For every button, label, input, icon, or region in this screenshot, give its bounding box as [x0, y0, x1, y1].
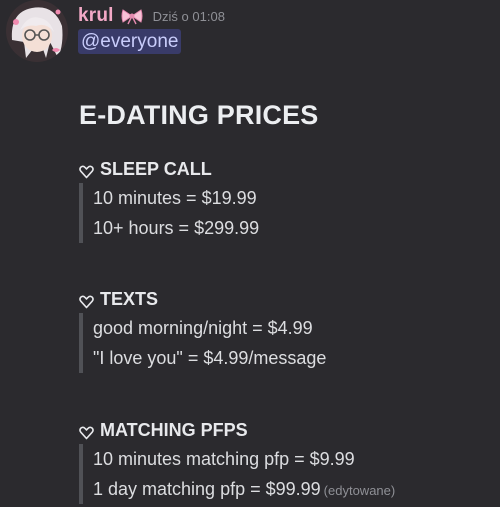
message-title: E-DATING PRICES: [79, 100, 319, 130]
section-heading-texts: TEXTS: [79, 289, 158, 310]
section-heading-matching-pfps: MATCHING PFPS: [79, 420, 248, 441]
section-heading-label: TEXTS: [100, 289, 159, 309]
username[interactable]: krul: [78, 5, 114, 27]
edited-label: (edytowane): [323, 483, 396, 498]
section-heading-label: SLEEP CALL: [100, 159, 212, 179]
timestamp: Dziś o 01:08: [152, 8, 225, 24]
price-line-text: 1 day matching pfp = $99.99: [93, 479, 321, 499]
section-heading-sleep-call: SLEEP CALL: [79, 159, 212, 180]
message-header: krul Dziś o 01:08: [78, 4, 225, 28]
quote-block-sleep-call: 10 minutes = $19.99 10+ hours = $299.99: [79, 183, 259, 243]
chat-message: krul Dziś o 01:08 @everyone E-DATING PRI…: [0, 0, 500, 507]
quote-block-texts: good morning/night = $4.99 "I love you" …: [79, 313, 326, 373]
quote-block-matching-pfps: 10 minutes matching pfp = $9.99 1 day ma…: [79, 444, 395, 504]
price-line: "I love you" = $4.99/message: [93, 348, 327, 368]
heart-icon: [79, 163, 94, 178]
heart-icon: [79, 293, 94, 308]
price-line: 10+ hours = $299.99: [93, 218, 260, 238]
bow-icon: [121, 7, 143, 25]
heart-icon: [79, 424, 94, 439]
everyone-mention[interactable]: @everyone: [78, 29, 182, 54]
avatar[interactable]: [6, 0, 68, 62]
price-line: 10 minutes matching pfp = $9.99: [93, 449, 355, 469]
section-heading-label: MATCHING PFPS: [100, 420, 248, 440]
price-line: 10 minutes = $19.99: [93, 188, 257, 208]
price-line-last: 1 day matching pfp = $99.99 (edytowane): [93, 474, 395, 504]
price-line: good morning/night = $4.99: [93, 318, 313, 338]
